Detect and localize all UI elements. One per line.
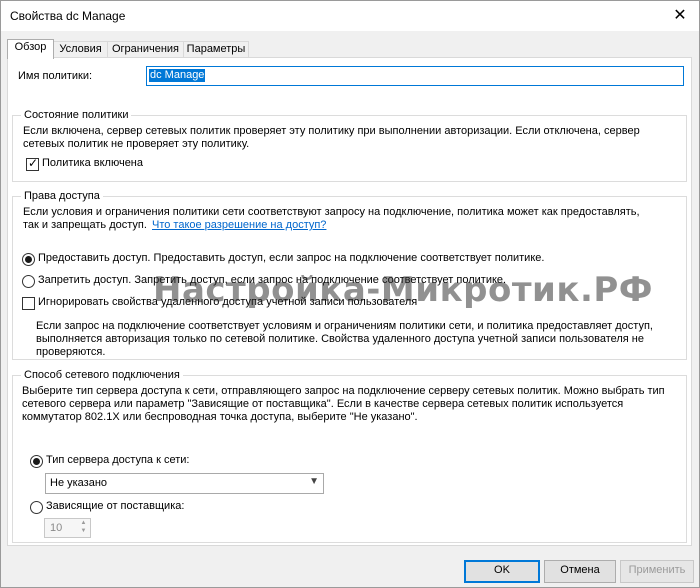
properties-window: Свойства dc Manage ✕ Обзор Условия Огран…	[0, 0, 700, 588]
policy-state-text-1: Если включена, сервер сетевых политик пр…	[23, 125, 640, 137]
ignore-dialin-checkbox[interactable]	[22, 297, 35, 310]
ignore-dialin-text-1: Если запрос на подключение соответствует…	[36, 320, 653, 332]
radio-selected-dot	[33, 458, 40, 465]
vendor-value: 10	[50, 522, 63, 534]
connection-method-group: Способ сетевого подключения Выберите тип…	[12, 369, 687, 543]
chevron-down-icon: ▼	[309, 476, 319, 487]
ignore-dialin-text-3: проверяются.	[36, 346, 106, 358]
spin-up-icon[interactable]: ▲	[79, 520, 88, 527]
access-rights-title: Права доступа	[21, 190, 103, 203]
connection-method-text-2: сетевого сервера или параметр "Зависящие…	[22, 398, 624, 410]
policy-state-group: Состояние политики Если включена, сервер…	[12, 109, 687, 182]
ignore-dialin-text-2: выполняется авторизация только по сетево…	[36, 333, 644, 345]
ok-button[interactable]: OK	[464, 560, 540, 583]
connection-method-text-3: коммутатор 802.1X или беспроводная точка…	[22, 411, 418, 423]
access-rights-text-2: так и запрещать доступ.	[23, 219, 147, 231]
server-type-value: Не указано	[50, 477, 108, 489]
server-type-radio[interactable]	[30, 455, 43, 468]
deny-access-radio[interactable]	[22, 275, 35, 288]
overview-panel: Имя политики: dc Manage Состояние полити…	[7, 57, 692, 546]
connection-method-text-1: Выберите тип сервера доступа к сети, отп…	[22, 385, 665, 397]
close-icon[interactable]: ✕	[669, 5, 691, 27]
policy-name-input[interactable]: dc Manage	[146, 66, 684, 86]
spin-down-icon[interactable]: ▼	[79, 528, 88, 535]
policy-name-label: Имя политики:	[18, 70, 93, 82]
policy-state-title: Состояние политики	[21, 109, 132, 122]
vendor-spinner[interactable]: 10 ▲ ▼	[44, 518, 91, 538]
vendor-specific-radio[interactable]	[30, 501, 43, 514]
title-bar[interactable]: Свойства dc Manage ✕	[1, 1, 699, 31]
connection-method-title: Способ сетевого подключения	[21, 369, 183, 382]
apply-button[interactable]: Применить	[620, 560, 694, 583]
grant-access-radio[interactable]	[22, 253, 35, 266]
policy-enabled-label[interactable]: Политика включена	[42, 157, 143, 170]
policy-enabled-checkbox[interactable]: ✓	[26, 156, 39, 171]
server-type-label[interactable]: Тип сервера доступа к сети:	[46, 454, 189, 467]
server-type-select[interactable]: Не указано ▼	[45, 473, 324, 494]
access-permission-link[interactable]: Что такое разрешение на доступ?	[152, 219, 326, 232]
deny-access-label[interactable]: Запретить доступ. Запретить доступ, если…	[38, 274, 506, 287]
cancel-button[interactable]: Отмена	[544, 560, 616, 583]
ignore-dialin-label[interactable]: Игнорировать свойства удаленного доступа…	[38, 296, 417, 309]
tab-overview[interactable]: Обзор	[7, 39, 54, 59]
tab-constraints[interactable]: Ограничения	[107, 41, 184, 58]
check-icon: ✓	[28, 156, 39, 170]
tab-settings[interactable]: Параметры	[183, 41, 249, 58]
vendor-specific-label[interactable]: Зависящие от поставщика:	[46, 500, 184, 513]
tab-conditions[interactable]: Условия	[53, 41, 108, 58]
access-rights-text-1: Если условия и ограничения политики сети…	[23, 206, 640, 218]
grant-access-label[interactable]: Предоставить доступ. Предоставить доступ…	[38, 252, 544, 265]
policy-state-text-2: сетевых политик не проверяет эту политик…	[23, 138, 250, 150]
access-rights-group: Права доступа Если условия и ограничения…	[12, 190, 687, 360]
policy-name-value: dc Manage	[149, 69, 206, 82]
window-title: Свойства dc Manage	[10, 9, 126, 23]
radio-selected-dot	[25, 256, 32, 263]
